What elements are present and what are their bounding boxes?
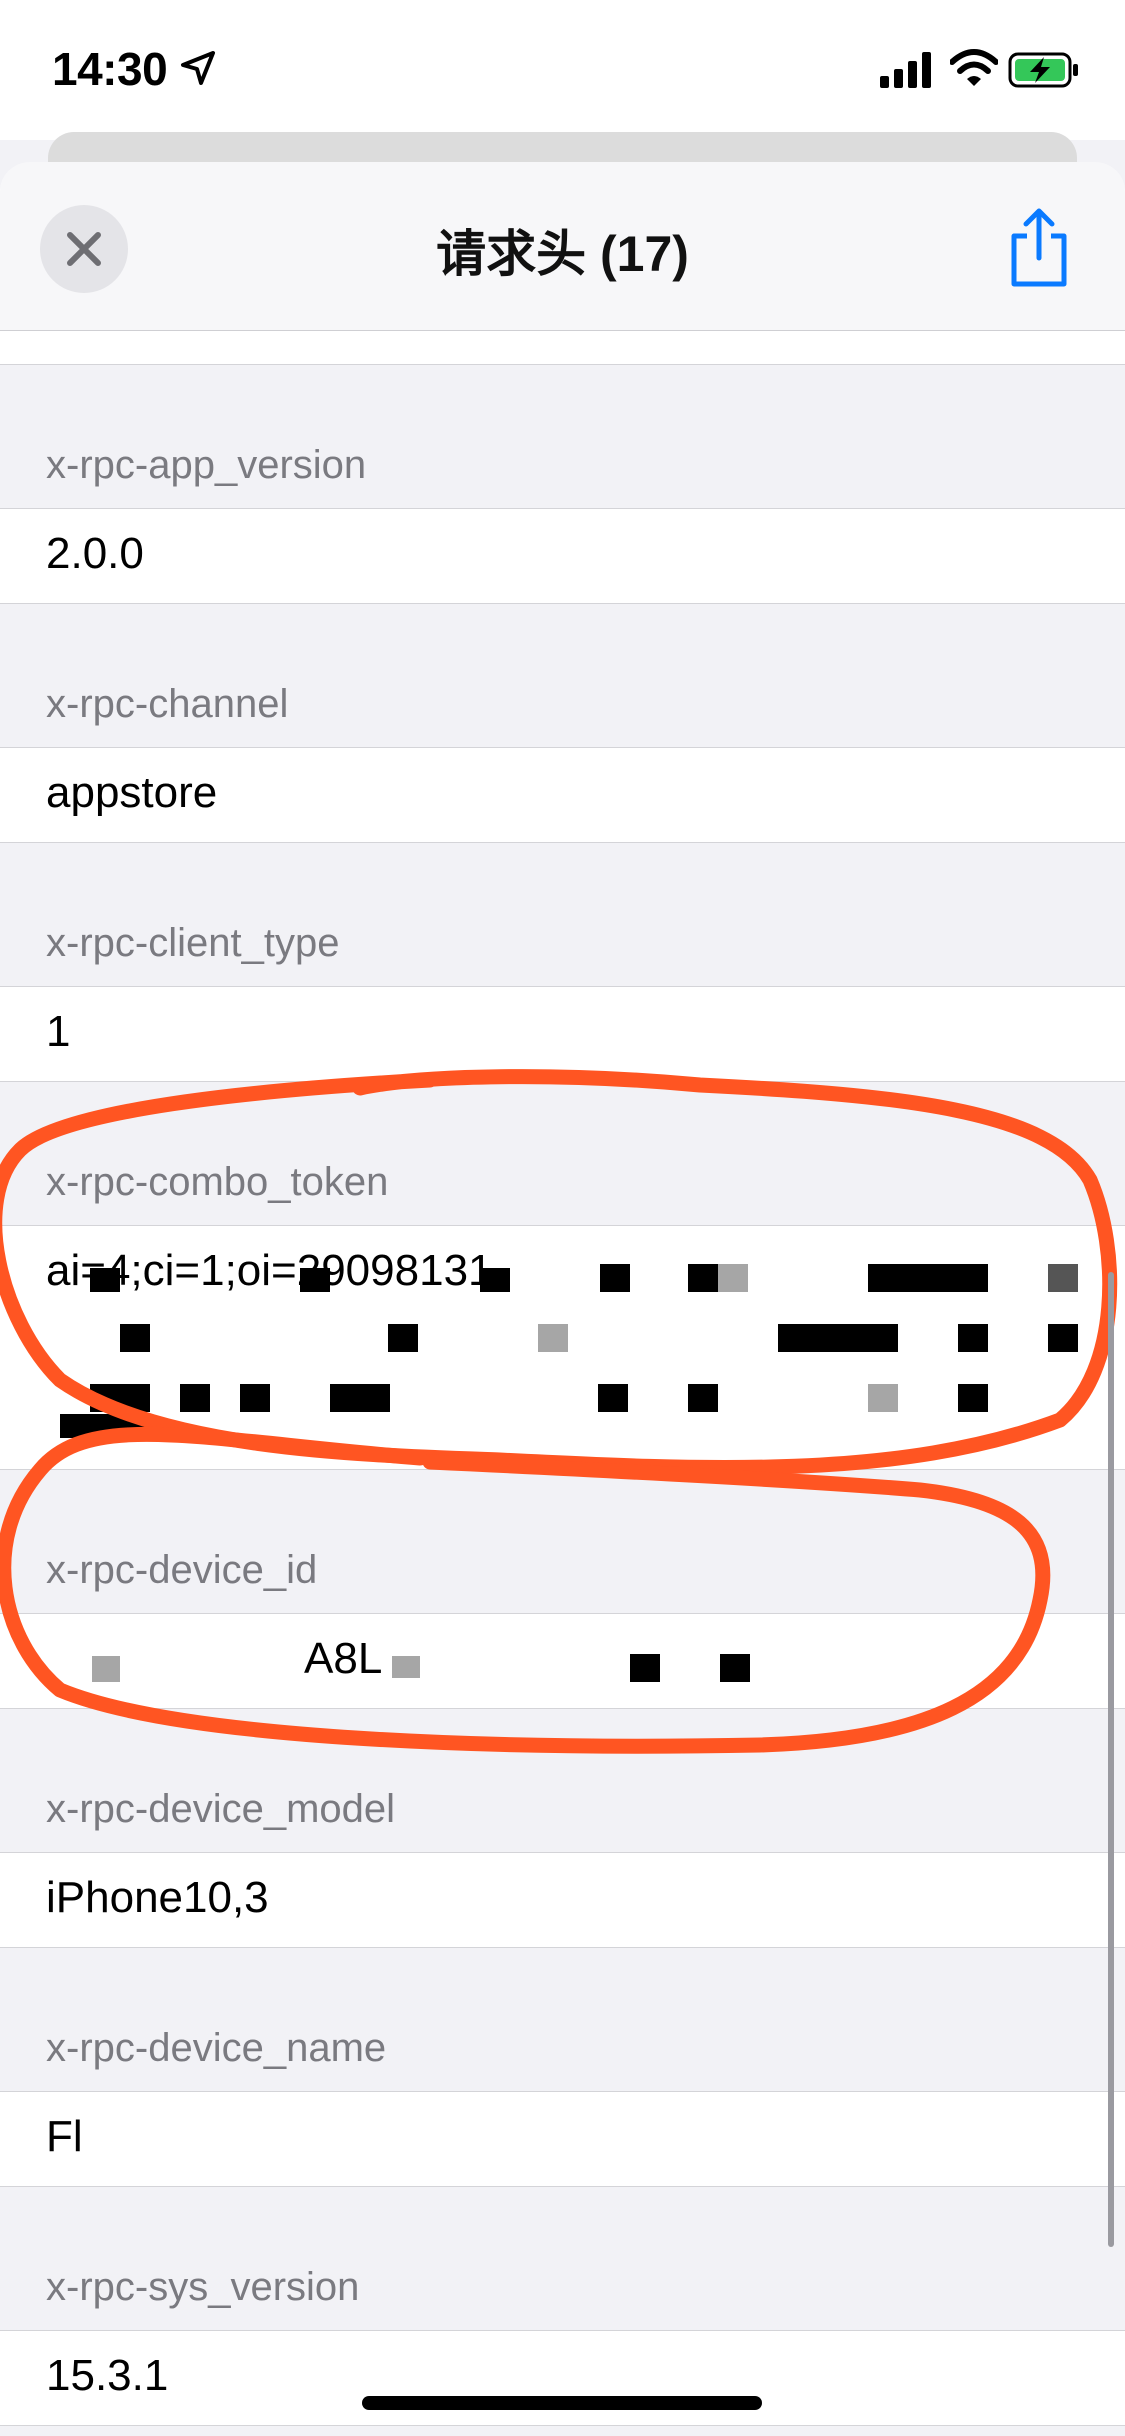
header-key-label: x-rpc-device_name <box>46 2026 387 2070</box>
header-value-text: 1 <box>46 1007 71 1056</box>
header-value-text: iPhone10,3 <box>46 1873 269 1922</box>
header-value[interactable]: 15.3.1 <box>0 2331 1125 2426</box>
header-key: x-rpc-sys_version <box>0 2187 1125 2331</box>
scrollbar[interactable] <box>1108 1272 1114 2247</box>
header-value[interactable]: 1 <box>0 987 1125 1082</box>
header-row: x-rpc-device_name Fl <box>0 1948 1125 2187</box>
header-key-label: x-rpc-sys_version <box>46 2265 360 2309</box>
header-value[interactable]: Fl <box>0 2092 1125 2187</box>
header-value[interactable]: A8L <box>0 1614 1125 1709</box>
home-indicator[interactable] <box>362 2396 762 2410</box>
wifi-icon <box>950 49 998 86</box>
battery-charging-icon <box>1008 52 1078 88</box>
header-key-label: x-rpc-device_model <box>46 1787 396 1831</box>
header-key: x-rpc-device_name <box>0 1948 1125 2092</box>
header-value-text: 15.3.1 <box>46 2351 169 2400</box>
header-value-text: 2.0.0 <box>46 529 144 578</box>
header-key: x-rpc-app_version <box>0 365 1125 509</box>
cellular-signal-icon <box>880 52 931 88</box>
header-key-label: x-rpc-channel <box>46 682 289 726</box>
request-headers-sheet: 请求头 (17) x-rpc-app_version 2.0.0 x-rpc-c… <box>0 162 1125 2436</box>
status-time: 14:30 <box>52 43 168 95</box>
redaction-block <box>630 1654 660 1682</box>
status-bar: 14:30 <box>0 0 1125 140</box>
headers-list[interactable]: x-rpc-app_version 2.0.0 x-rpc-channel ap… <box>0 170 1125 2426</box>
nav-bar: 请求头 (17) <box>0 162 1125 331</box>
header-row: x-rpc-sys_version 15.3.1 <box>0 2187 1125 2426</box>
header-row: x-rpc-client_type 1 <box>0 843 1125 1082</box>
header-key-label: x-rpc-device_id <box>46 1548 318 1592</box>
share-button[interactable] <box>1004 208 1074 288</box>
header-row: x-rpc-device_model iPhone10,3 <box>0 1709 1125 1948</box>
header-key: x-rpc-combo_token <box>0 1082 1125 1226</box>
header-key-label: x-rpc-app_version <box>46 443 367 487</box>
header-value[interactable]: 2.0.0 <box>0 509 1125 604</box>
header-value[interactable]: ai=4;ci=1;oi=29098131 <box>0 1226 1125 1470</box>
header-row: x-rpc-device_id A8L <box>0 1470 1125 1709</box>
header-value-text: appstore <box>46 768 218 817</box>
header-row: x-rpc-channel appstore <box>0 604 1125 843</box>
header-row: x-rpc-app_version 2.0.0 <box>0 365 1125 604</box>
header-key: x-rpc-channel <box>0 604 1125 748</box>
location-arrow-icon <box>181 51 215 85</box>
header-key: x-rpc-device_id <box>0 1470 1125 1614</box>
share-icon <box>1011 208 1067 287</box>
header-value-text: Fl <box>46 2112 83 2161</box>
header-key: x-rpc-client_type <box>0 843 1125 987</box>
redaction-block <box>392 1656 420 1678</box>
screen: 14:30 请求头 (17) x-rpc-app_version 2.0.0 x… <box>0 0 1125 2436</box>
header-value-text: A8L <box>304 1634 383 1683</box>
page-title: 请求头 (17) <box>436 226 689 282</box>
header-key: x-rpc-device_model <box>0 1709 1125 1853</box>
redaction-block <box>92 1656 120 1682</box>
header-value[interactable]: appstore <box>0 748 1125 843</box>
header-value[interactable]: iPhone10,3 <box>0 1853 1125 1948</box>
header-key-label: x-rpc-combo_token <box>46 1160 389 1204</box>
redaction-block <box>720 1654 750 1682</box>
header-row: x-rpc-combo_token ai=4;ci=1;oi=29098131 <box>0 1082 1125 1470</box>
header-key-label: x-rpc-client_type <box>46 921 340 965</box>
